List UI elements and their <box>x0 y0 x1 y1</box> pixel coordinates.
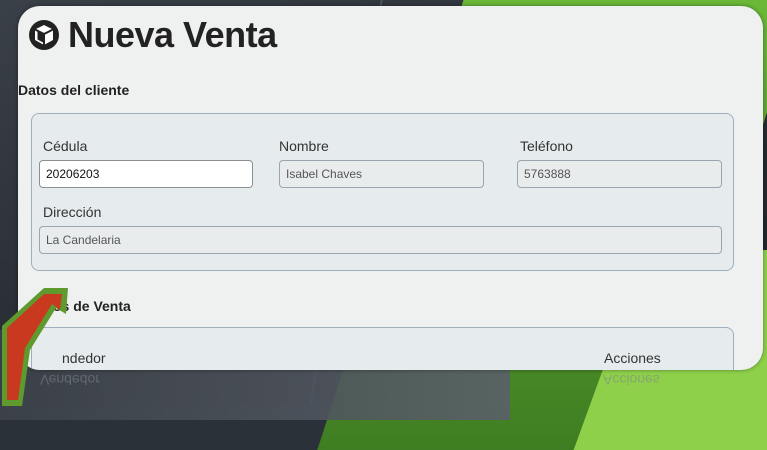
cliente-section-label: Datos del cliente <box>18 82 130 98</box>
reflection-acciones: Acciones <box>603 372 660 388</box>
box-icon <box>29 20 59 50</box>
cedula-label: Cédula <box>43 138 88 154</box>
direccion-label: Dirección <box>43 204 102 220</box>
nueva-venta-panel: Nueva Venta Datos del cliente Cédula 202… <box>18 6 763 370</box>
title-row: Nueva Venta <box>28 14 277 56</box>
direccion-input[interactable]: La Candelaria <box>39 226 722 254</box>
nombre-label: Nombre <box>279 138 329 154</box>
telefono-input[interactable]: 5763888 <box>517 160 722 188</box>
venta-box: ndedor Acciones <box>31 327 734 370</box>
cliente-box: Cédula 20206203 Nombre Isabel Chaves Tel… <box>31 113 734 271</box>
cedula-input[interactable]: 20206203 <box>39 160 253 188</box>
arrow-icon <box>2 288 68 406</box>
nombre-input[interactable]: Isabel Chaves <box>279 160 484 188</box>
telefono-label: Teléfono <box>520 138 573 154</box>
page-title: Nueva Venta <box>68 14 277 55</box>
acciones-label: Acciones <box>604 350 661 366</box>
